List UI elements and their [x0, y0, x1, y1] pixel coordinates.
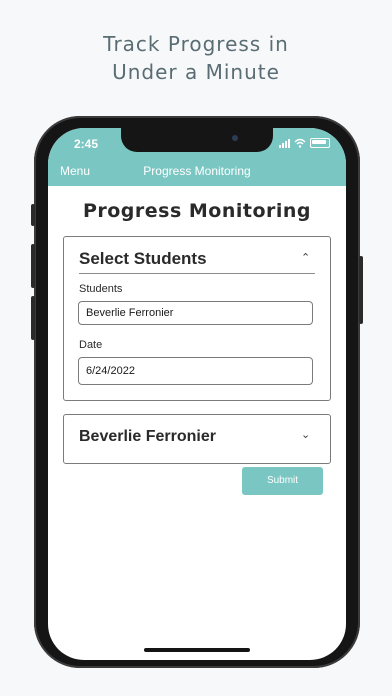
phone-power-button: [359, 256, 363, 324]
section-divider: [79, 273, 315, 274]
chevron-up-icon[interactable]: ⌃: [301, 251, 310, 264]
students-label: Students: [79, 283, 123, 295]
status-time: 2:45: [74, 137, 99, 151]
student-accordion[interactable]: Beverlie Ferronier ⌄: [63, 414, 331, 464]
phone-side-button: [31, 204, 35, 226]
promo-line-1: Track Progress in: [103, 32, 289, 56]
date-field[interactable]: 6/24/2022: [78, 357, 313, 385]
submit-button[interactable]: Submit: [242, 467, 323, 495]
phone-notch: [121, 128, 273, 152]
signal-icon: [279, 139, 290, 148]
select-students-header[interactable]: Select Students: [79, 249, 207, 269]
page-title: Progress Monitoring: [82, 200, 312, 222]
nav-title: Progress Monitoring: [143, 164, 251, 178]
status-icons: [279, 138, 330, 148]
camera-icon: [232, 135, 238, 141]
battery-icon: [310, 138, 330, 148]
wifi-icon: [294, 138, 306, 148]
select-students-section: Select Students ⌃ Students Beverlie Ferr…: [63, 236, 331, 401]
date-label: Date: [79, 339, 103, 351]
phone-volume-down-button: [31, 296, 35, 340]
home-indicator: [144, 648, 250, 652]
app-screen: 2:45 Menu Progress Monitoring Progress M…: [48, 128, 346, 660]
phone-volume-up-button: [31, 244, 35, 288]
students-field[interactable]: Beverlie Ferronier: [78, 301, 313, 325]
student-name: Beverlie Ferronier: [79, 428, 216, 445]
chevron-down-icon[interactable]: ⌄: [301, 428, 310, 441]
promo-line-2: Under a Minute: [112, 60, 280, 84]
promo-headline: Track Progress in Under a Minute: [0, 30, 392, 86]
